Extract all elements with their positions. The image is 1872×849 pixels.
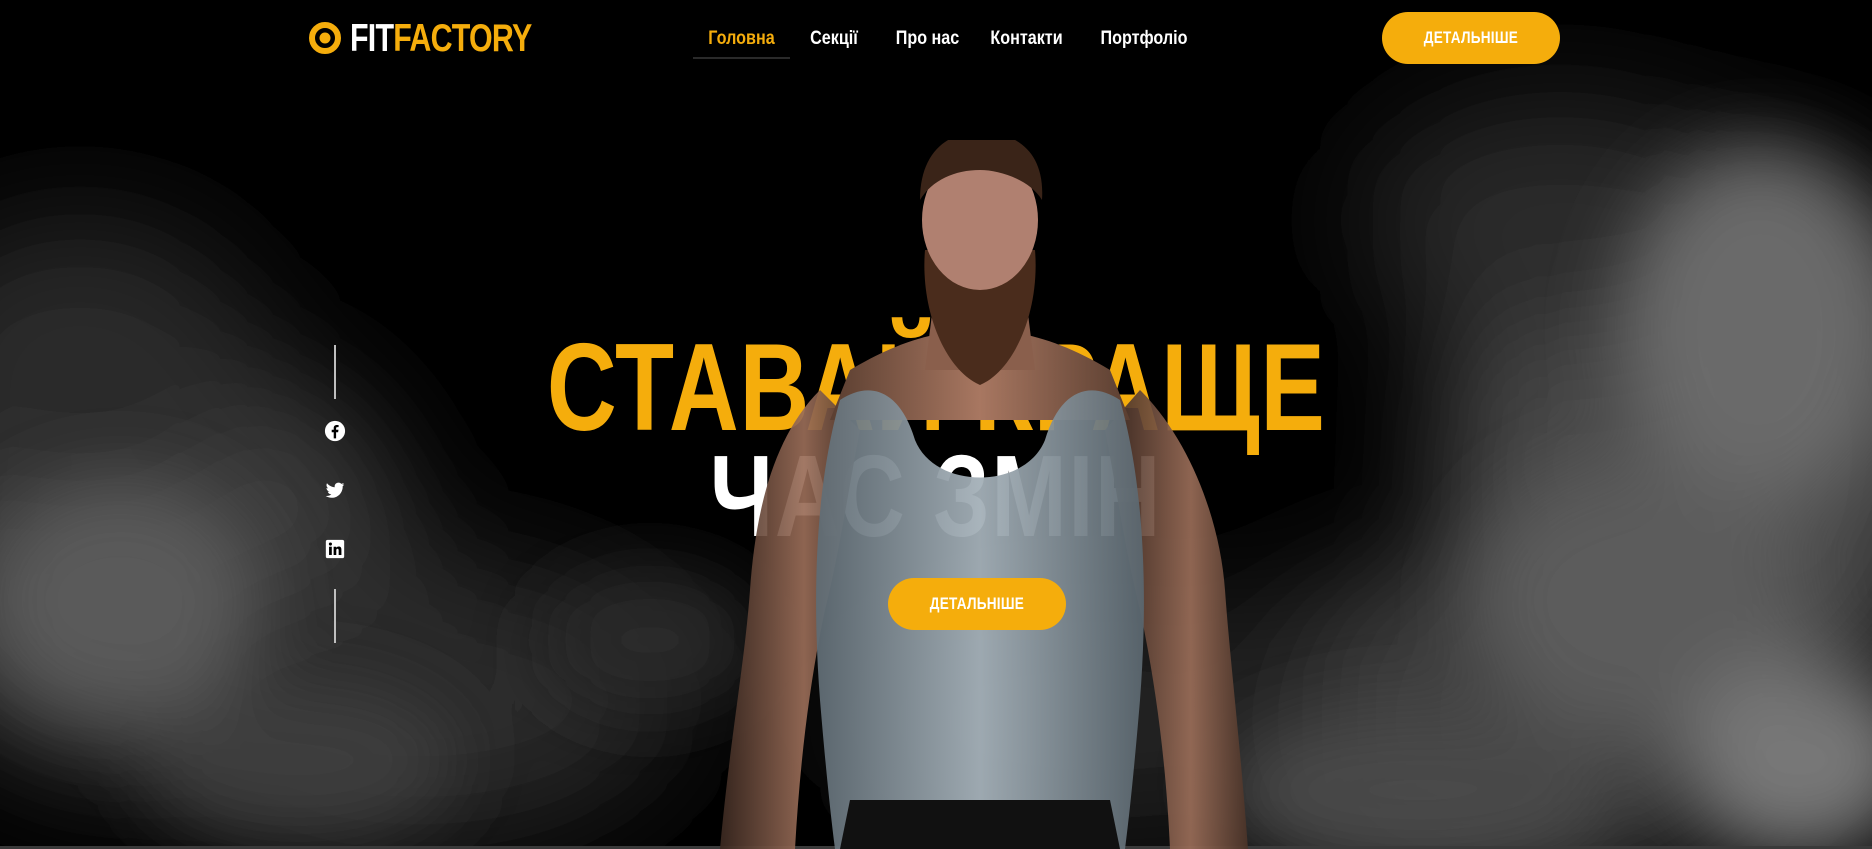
- nav-item-portfolio[interactable]: Портфоліо: [1094, 20, 1194, 60]
- nav-item-contacts[interactable]: Контакти: [982, 20, 1071, 60]
- main-nav: Головна Секції Про нас Контакти Портфолі…: [693, 20, 1203, 60]
- header-details-button[interactable]: ДЕТАЛЬНІШЕ: [1382, 12, 1560, 64]
- twitter-icon[interactable]: [324, 479, 346, 501]
- social-rail: [322, 345, 348, 643]
- facebook-icon[interactable]: [324, 420, 346, 442]
- site-header: FITFACTORY Головна Секції Про нас Контак…: [0, 0, 1872, 76]
- linkedin-icon[interactable]: [324, 538, 346, 560]
- social-rail-line-bottom: [334, 589, 336, 643]
- athlete-image: [720, 140, 1248, 849]
- brand-name: FITFACTORY: [350, 16, 532, 60]
- nav-item-sections[interactable]: Секції: [799, 20, 869, 60]
- ring-logo-icon: [309, 22, 341, 54]
- nav-item-home[interactable]: Головна: [700, 20, 782, 60]
- nav-active-underline: [693, 57, 790, 59]
- brand-logo[interactable]: FITFACTORY: [308, 14, 583, 62]
- nav-item-about[interactable]: Про нас: [890, 20, 966, 60]
- hero-section: СТАВАЙ КРАЩЕ ЧАС ЗМІН: [0, 0, 1872, 849]
- social-rail-line-top: [334, 345, 336, 399]
- hero-details-button[interactable]: ДЕТАЛЬНІШЕ: [888, 578, 1066, 630]
